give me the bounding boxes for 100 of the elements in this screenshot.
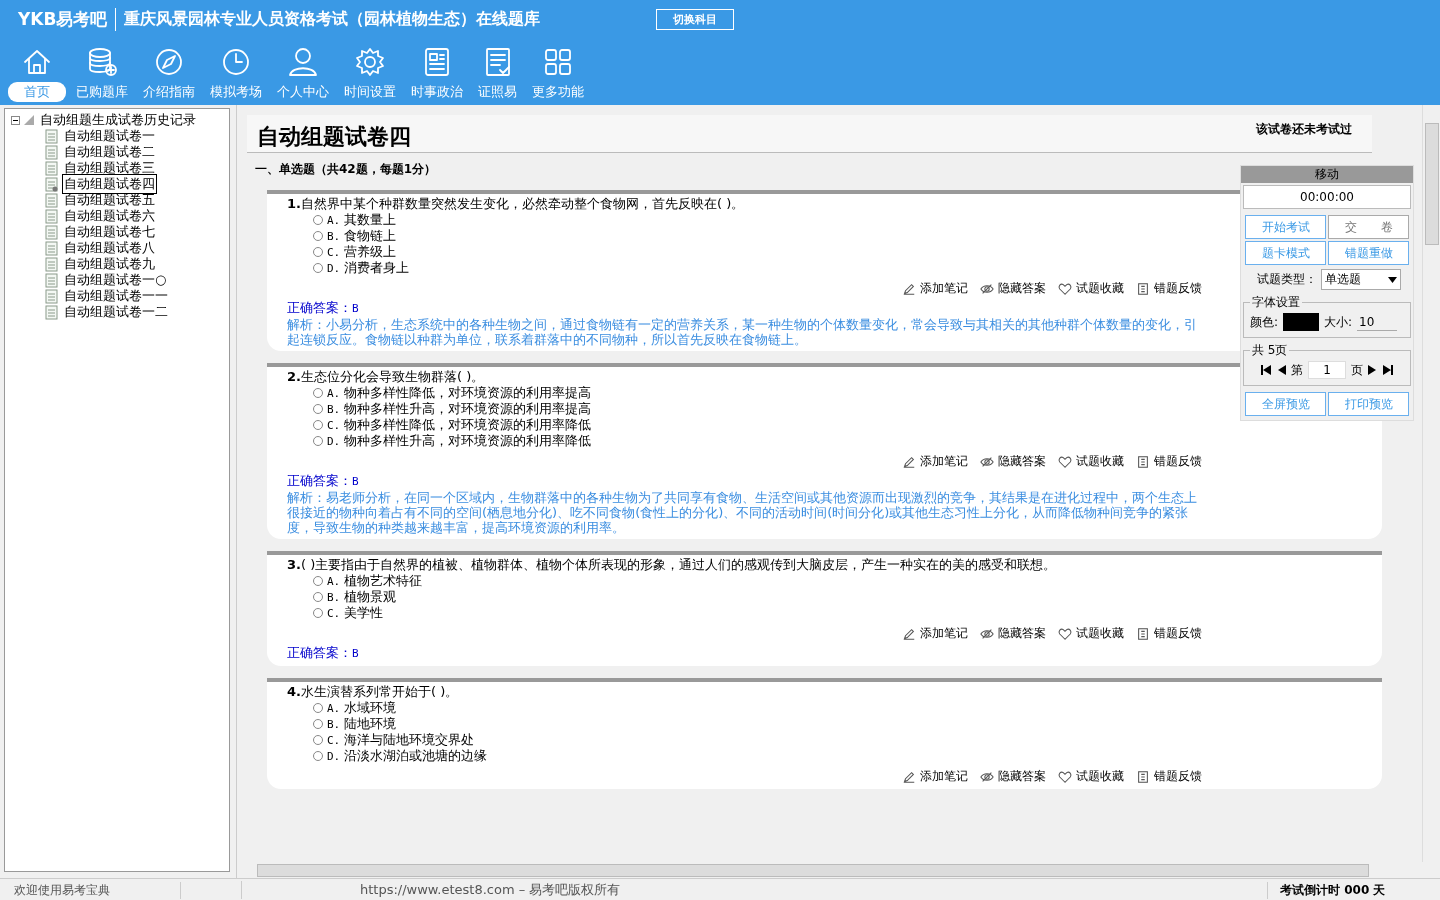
- collapse-icon[interactable]: [11, 115, 20, 125]
- color-label: 颜色:: [1250, 313, 1279, 331]
- radio-button[interactable]: [313, 404, 323, 414]
- heart-icon: [1058, 769, 1072, 784]
- option-letter: C.: [327, 606, 341, 620]
- clock-icon: [220, 46, 252, 78]
- move-handle[interactable]: 移动: [1241, 166, 1413, 183]
- option-text: 物种多样性降低，对环境资源的利用率降低: [344, 416, 592, 434]
- option-letter: B.: [327, 229, 341, 243]
- document-icon: [45, 144, 58, 160]
- question-action[interactable]: 错题反馈: [1136, 768, 1202, 785]
- document-icon: [1136, 626, 1150, 641]
- question-number: 3.: [287, 557, 301, 573]
- option-text: 营养级上: [344, 243, 397, 261]
- radio-button[interactable]: [313, 436, 323, 446]
- panel-button[interactable]: 交 卷: [1328, 215, 1409, 239]
- answer-value: B: [352, 302, 359, 315]
- radio-button[interactable]: [313, 215, 323, 225]
- vertical-scrollbar[interactable]: [1422, 105, 1440, 862]
- question-action[interactable]: 隐藏答案: [980, 280, 1046, 297]
- question-number: 2.: [287, 369, 301, 385]
- question-action[interactable]: 试题收藏: [1058, 453, 1124, 470]
- database-icon: [86, 46, 118, 78]
- color-swatch[interactable]: [1283, 313, 1320, 331]
- previous-page[interactable]: [1276, 365, 1286, 375]
- question-action[interactable]: 添加笔记: [902, 625, 968, 642]
- option-text: 陆地环境: [344, 715, 397, 733]
- question-action[interactable]: 错题反馈: [1136, 280, 1202, 297]
- option-letter: D.: [327, 434, 341, 448]
- app-title: 重庆风景园林专业人员资格考试（园林植物生态）在线题库: [123, 8, 542, 30]
- next-page[interactable]: [1368, 365, 1378, 375]
- pencil-icon: [902, 454, 916, 469]
- option-letter: A.: [327, 386, 341, 400]
- answer-value: B: [352, 647, 359, 660]
- copyright-text: https://www.etest8.com – 易考吧版权所有: [241, 881, 1267, 899]
- page-field[interactable]: 1: [1308, 361, 1346, 379]
- radio-button[interactable]: [313, 247, 323, 257]
- last-page-icon: [1383, 365, 1393, 375]
- question-number: 1.: [287, 196, 301, 212]
- option-text: 其数量上: [344, 211, 397, 229]
- radio-button[interactable]: [313, 735, 323, 745]
- document-icon: [45, 304, 58, 320]
- caret-icon: [1388, 276, 1397, 283]
- radio-button[interactable]: [313, 719, 323, 729]
- option-letter: C.: [327, 418, 341, 432]
- question-text: 自然界中某个种群数量突然发生变化，必然牵动整个食物网，首先反映在( )。: [301, 196, 745, 212]
- explanation-text: 解析：小易分析，生态系统中的各种生物之间，通过食物链有一定的营养关系，某一种生物的个体数量变化，常会导致与其相关的其他种群个体数量的变化，引起连锁反应。食物链以种群为单位，联系着群落中的不同物种，所以首先反映在食物链上。: [287, 317, 1198, 347]
- paper-title: 自动组题试卷四: [257, 123, 411, 151]
- radio-button[interactable]: [313, 592, 323, 602]
- radio-button[interactable]: [313, 231, 323, 241]
- page-prefix: 第: [1291, 361, 1303, 379]
- document-icon: [45, 240, 58, 256]
- question-action[interactable]: 添加笔记: [902, 280, 968, 297]
- option-letter: D.: [327, 749, 341, 763]
- tree-item[interactable]: 自动组题试卷四: [62, 174, 157, 194]
- radio-button[interactable]: [313, 263, 323, 273]
- question-action[interactable]: 错题反馈: [1136, 453, 1202, 470]
- option-text: 美学性: [344, 604, 384, 622]
- radio-button[interactable]: [313, 703, 323, 713]
- document-icon: [1136, 769, 1150, 784]
- question-action[interactable]: 试题收藏: [1058, 768, 1124, 785]
- option-letter: C.: [327, 245, 341, 259]
- radio-button[interactable]: [313, 751, 323, 761]
- option-letter: A.: [327, 701, 341, 715]
- radio-button[interactable]: [313, 420, 323, 430]
- question-action[interactable]: 添加笔记: [902, 453, 968, 470]
- size-field[interactable]: 10: [1357, 313, 1398, 331]
- document-icon: [45, 160, 58, 176]
- question-action[interactable]: 错题反馈: [1136, 625, 1202, 642]
- previous-page-icon: [1276, 365, 1286, 375]
- radio-button[interactable]: [313, 576, 323, 586]
- option-letter: A.: [327, 213, 341, 227]
- question-action[interactable]: 添加笔记: [902, 768, 968, 785]
- question-action[interactable]: 隐藏答案: [980, 625, 1046, 642]
- option-text: 植物艺术特征: [344, 572, 423, 590]
- next-page-icon: [1368, 365, 1378, 375]
- type-dropdown[interactable]: 单选题: [1321, 269, 1401, 290]
- radio-button[interactable]: [313, 608, 323, 618]
- radio-button[interactable]: [313, 388, 323, 398]
- section-heading: 一、单选题（共42题，每题1分）: [255, 161, 437, 178]
- option-letter: A.: [327, 574, 341, 588]
- app-logo: YKB易考吧: [18, 7, 117, 31]
- question-action[interactable]: 隐藏答案: [980, 768, 1046, 785]
- grid-icon: [542, 46, 574, 78]
- option-text: 沿淡水湖泊或池塘的边缘: [344, 747, 488, 765]
- heart-icon: [1058, 626, 1072, 641]
- option-text: 物种多样性降低，对环境资源的利用率提高: [344, 384, 592, 402]
- document-icon: [45, 128, 58, 144]
- first-page[interactable]: [1261, 365, 1271, 375]
- page-count-legend: 共 5页: [1250, 342, 1290, 359]
- question-action[interactable]: 隐藏答案: [980, 453, 1046, 470]
- compass-icon: [153, 46, 185, 78]
- question-text: 水生演替系列常开始于( )。: [301, 684, 459, 700]
- question-number: 4.: [287, 684, 301, 700]
- question-action[interactable]: 试题收藏: [1058, 625, 1124, 642]
- question-action[interactable]: 试题收藏: [1058, 280, 1124, 297]
- last-page[interactable]: [1383, 365, 1393, 375]
- timer-display: 00:00:00: [1243, 185, 1411, 209]
- document-icon: [45, 176, 58, 192]
- option-text: 食物链上: [344, 227, 397, 245]
